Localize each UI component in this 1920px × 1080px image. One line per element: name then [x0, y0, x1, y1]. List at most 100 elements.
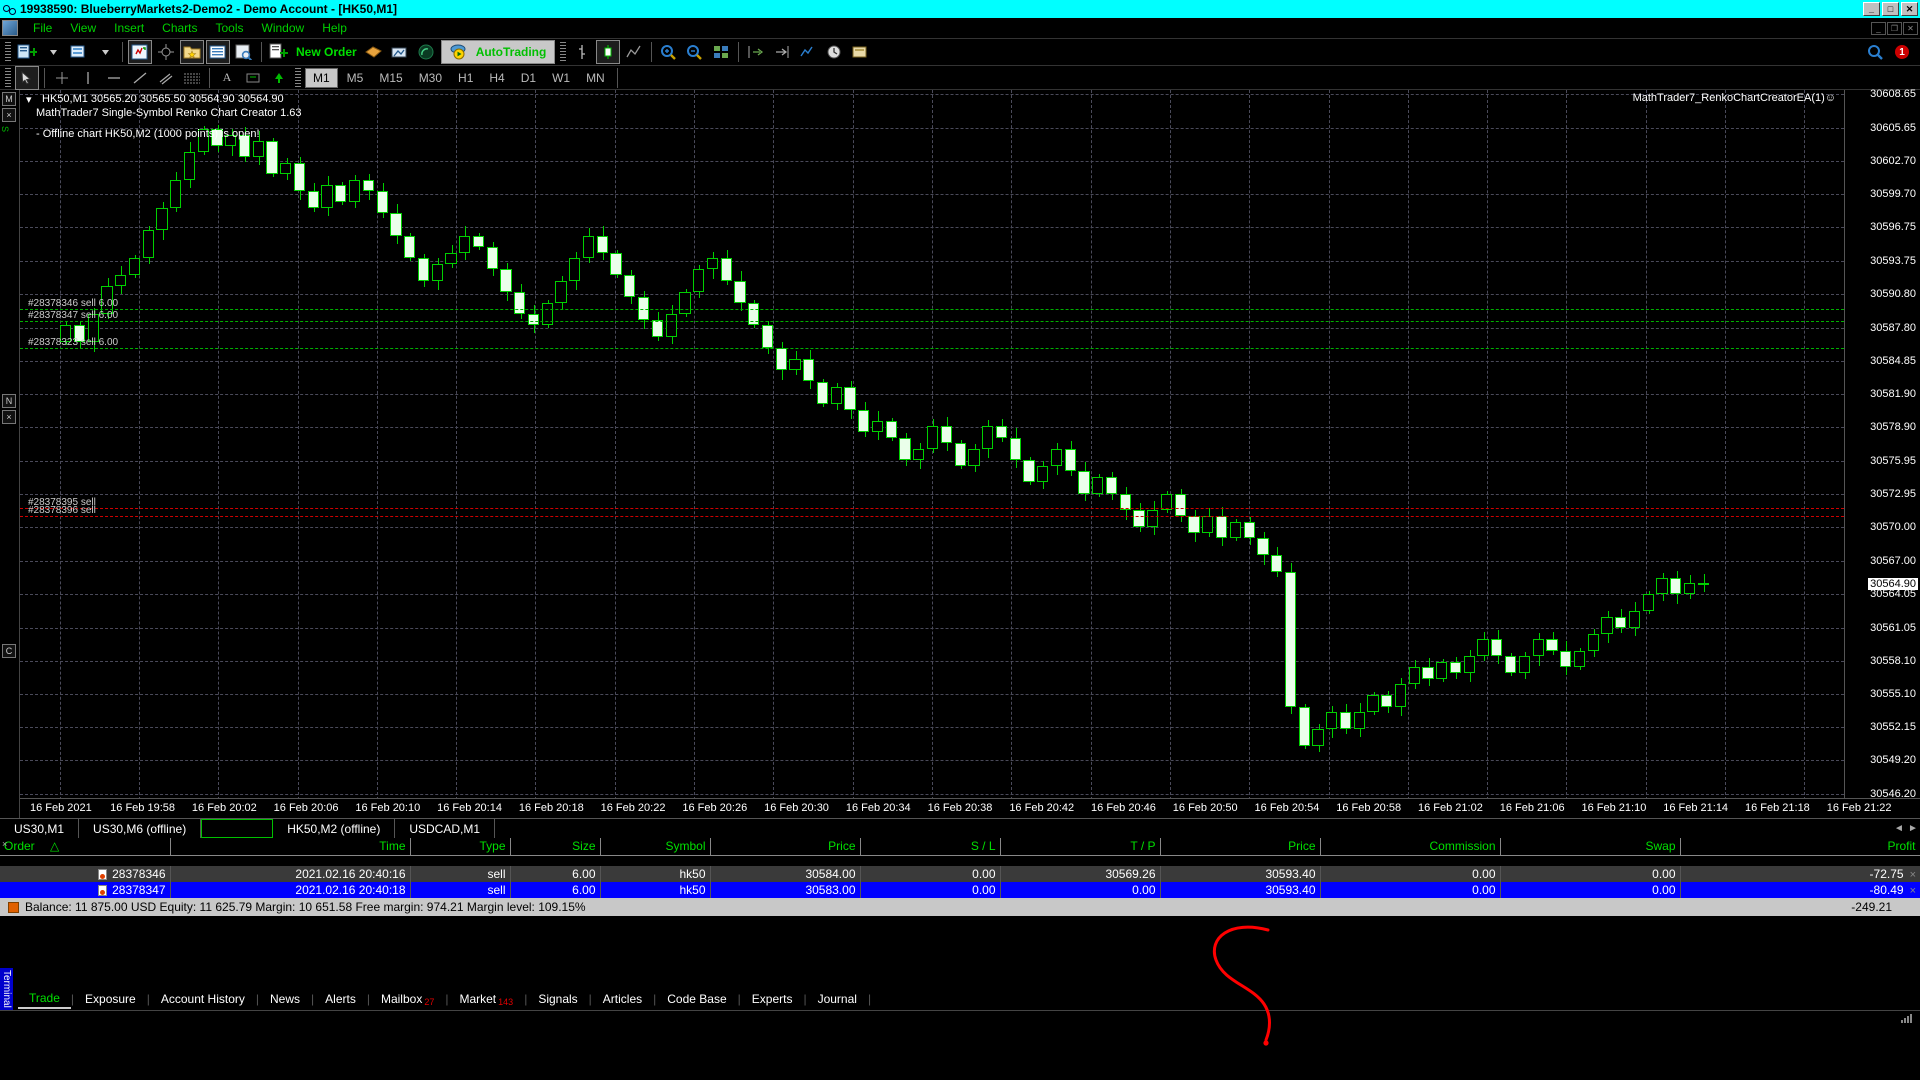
crosshair-icon[interactable]	[154, 40, 178, 64]
expert-advisors-icon[interactable]	[388, 40, 412, 64]
terminal-tab-news[interactable]: News	[259, 990, 311, 1008]
timeframe-w1[interactable]: W1	[545, 69, 577, 87]
strategy-tester-icon[interactable]	[232, 40, 256, 64]
column-header-type[interactable]: Type	[410, 838, 510, 855]
templates-icon[interactable]	[848, 40, 872, 64]
mdi-close-button[interactable]: ✕	[1903, 22, 1918, 35]
chart-tabs-scroll-right[interactable]: ►	[1906, 819, 1920, 838]
search-icon[interactable]	[1864, 40, 1888, 64]
arrows-icon[interactable]	[267, 66, 291, 90]
order-line[interactable]	[20, 348, 1844, 349]
new-order-label[interactable]: New Order	[292, 45, 361, 59]
terminal-tab-experts[interactable]: Experts	[741, 990, 804, 1008]
chart-tabs-scroll-left[interactable]: ◄	[1892, 819, 1906, 838]
auto-scroll-icon[interactable]	[770, 40, 794, 64]
mdi-restore-button[interactable]: ❐	[1887, 22, 1902, 35]
metaeditor-icon[interactable]	[362, 40, 386, 64]
timeframe-h1[interactable]: H1	[451, 69, 480, 87]
cell-profit[interactable]: -80.49×	[1680, 882, 1920, 898]
market-watch-close-icon[interactable]: ×	[2, 108, 16, 122]
profiles-icon[interactable]	[67, 40, 91, 64]
chart-shift-icon[interactable]	[744, 40, 768, 64]
chevron-down-icon[interactable]	[93, 40, 117, 64]
terminal-tab-exposure[interactable]: Exposure	[74, 990, 147, 1008]
open-trades-table[interactable]: Order △ Time Type Size Symbol Price S / …	[0, 838, 1920, 898]
close-order-icon[interactable]: ×	[1904, 869, 1916, 881]
terminal-tab-market[interactable]: Market143	[448, 990, 524, 1009]
column-header-tp[interactable]: T / P	[1000, 838, 1160, 855]
timeframe-m15[interactable]: M15	[372, 69, 409, 87]
autotrading-label[interactable]: AutoTrading	[472, 45, 551, 59]
mdi-minimize-button[interactable]: _	[1871, 22, 1886, 35]
order-line[interactable]	[20, 309, 1844, 310]
chart-tab-hk50-m1-active[interactable]	[201, 819, 273, 838]
tile-windows-icon[interactable]	[709, 40, 733, 64]
order-line[interactable]	[20, 516, 1844, 517]
menu-item-tools[interactable]: Tools	[207, 20, 253, 36]
timeframe-m30[interactable]: M30	[412, 69, 449, 87]
terminal-icon[interactable]	[206, 40, 230, 64]
trendline-icon[interactable]	[128, 66, 152, 90]
line-chart-icon[interactable]	[622, 40, 646, 64]
chart-tab-usdcad-m1[interactable]: USDCAD,M1	[395, 819, 495, 838]
table-row[interactable]: 28378346 2021.02.16 20:40:16 sell 6.00 h…	[0, 866, 1920, 882]
horizontal-line-icon[interactable]	[102, 66, 126, 90]
toolbar-grip[interactable]	[295, 68, 301, 88]
menu-item-insert[interactable]: Insert	[105, 20, 153, 36]
crosshair-tool-icon[interactable]	[50, 66, 74, 90]
column-header-sl[interactable]: S / L	[860, 838, 1000, 855]
window-controls[interactable]: _ □ ✕	[1863, 2, 1918, 16]
fibonacci-icon[interactable]	[180, 66, 204, 90]
chart-tab-hk50-m2-offline[interactable]: HK50,M2 (offline)	[273, 819, 395, 838]
toolbar-grip[interactable]	[5, 68, 11, 88]
cell-order[interactable]: 28378347	[0, 882, 170, 898]
cursor-icon[interactable]	[15, 66, 39, 90]
network-icon[interactable]	[1901, 1014, 1912, 1023]
timeframe-m5[interactable]: M5	[340, 69, 371, 87]
autotrading-icon[interactable]	[447, 40, 471, 64]
menu-item-view[interactable]: View	[61, 20, 105, 36]
alert-badge-icon[interactable]: 1	[1890, 40, 1914, 64]
text-label-icon[interactable]	[241, 66, 265, 90]
terminal-tab-mailbox[interactable]: Mailbox27	[370, 990, 445, 1009]
new-order-button[interactable]: New Order	[266, 40, 361, 64]
timeframe-d1[interactable]: D1	[514, 69, 543, 87]
zoom-in-icon[interactable]	[657, 40, 681, 64]
chart-collapse-icon[interactable]: ▾	[26, 93, 32, 106]
chevron-down-icon[interactable]	[41, 40, 65, 64]
column-header-price-open[interactable]: Price	[710, 838, 860, 855]
column-header-price-cur[interactable]: Price	[1160, 838, 1320, 855]
column-header-profit[interactable]: Profit	[1680, 838, 1920, 855]
terminal-tab-code-base[interactable]: Code Base	[656, 990, 737, 1008]
menu-item-charts[interactable]: Charts	[153, 20, 206, 36]
cell-profit[interactable]: -72.75×	[1680, 866, 1920, 882]
toolbar-grip[interactable]	[5, 42, 11, 62]
navigator-close-icon[interactable]: ×	[2, 410, 16, 424]
terminal-tab-journal[interactable]: Journal	[807, 990, 868, 1008]
terminal-tab-account-history[interactable]: Account History	[150, 990, 256, 1008]
market-watch-icon[interactable]	[128, 40, 152, 64]
vertical-line-icon[interactable]	[76, 66, 100, 90]
new-order-icon[interactable]	[267, 40, 291, 64]
toolbar-grip[interactable]	[560, 42, 566, 62]
column-header-order[interactable]: Order △	[0, 838, 170, 855]
timeframe-h4[interactable]: H4	[482, 69, 511, 87]
chart-tab-us30-m1[interactable]: US30,M1	[0, 819, 79, 838]
navigator-icon[interactable]	[180, 40, 204, 64]
market-watch-panel-handle[interactable]: M	[2, 92, 16, 106]
chart-tab-us30-m6-offline[interactable]: US30,M6 (offline)	[79, 819, 201, 838]
menu-item-window[interactable]: Window	[253, 20, 314, 36]
column-header-commission[interactable]: Commission	[1320, 838, 1500, 855]
text-icon[interactable]: A	[215, 66, 239, 90]
price-scale[interactable]: 30608.6530605.6530602.7030599.7030596.75…	[1844, 90, 1920, 818]
equidistant-channel-icon[interactable]	[154, 66, 178, 90]
cell-order[interactable]: 28378346	[0, 866, 170, 882]
time-scale[interactable]: 16 Feb 202116 Feb 19:5816 Feb 20:0216 Fe…	[20, 798, 1920, 818]
close-order-icon[interactable]: ×	[1904, 885, 1916, 897]
terminal-tab-articles[interactable]: Articles	[592, 990, 653, 1008]
candlestick-chart-icon[interactable]	[596, 40, 620, 64]
column-header-time[interactable]: Time	[170, 838, 410, 855]
close-button[interactable]: ✕	[1901, 2, 1918, 16]
price-chart[interactable]: #28378346 sell 6.00#28378347 sell 6.00#2…	[20, 90, 1844, 818]
table-row[interactable]: 28378347 2021.02.16 20:40:18 sell 6.00 h…	[0, 882, 1920, 898]
